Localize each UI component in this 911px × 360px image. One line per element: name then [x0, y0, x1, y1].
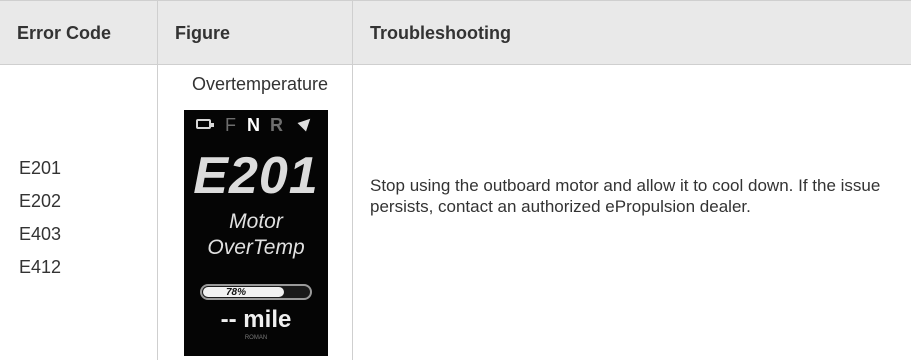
display-message-line1: Motor [229, 210, 283, 233]
page-indicator [246, 346, 264, 356]
display-screen-figure: F N R E201 Motor OverTemp 78% -- mile RO… [184, 110, 328, 356]
gear-reverse: R [270, 115, 283, 135]
error-code: E403 [19, 224, 62, 244]
gear-forward: F [225, 115, 236, 135]
display-status-bar: F N R [184, 110, 328, 140]
gear-neutral: N [247, 115, 260, 135]
row-divider [0, 64, 911, 65]
battery-percent-label: 78% [225, 287, 246, 298]
header-figure: Figure [175, 22, 231, 43]
distance-readout: -- mile [220, 306, 292, 333]
navigation-arrow-icon [297, 114, 315, 132]
battery-icon [196, 119, 214, 129]
error-code-table: Error Code Figure Troubleshooting E201 E… [0, 0, 911, 360]
display-message-line2: OverTemp [207, 236, 305, 259]
distance-sublabel: ROMAN [244, 335, 268, 341]
figure-title: Overtemperature [191, 74, 329, 94]
error-code: E202 [19, 191, 62, 211]
header-troubleshooting: Troubleshooting [370, 22, 511, 43]
column-divider [157, 0, 158, 360]
display-error-code: E201 [193, 147, 319, 205]
column-divider [352, 0, 353, 360]
error-code-list: E201 E202 E403 E412 [19, 152, 61, 284]
header-error-code: Error Code [17, 22, 112, 43]
error-code: E412 [19, 257, 62, 277]
table-header: Error Code Figure Troubleshooting [0, 0, 911, 64]
troubleshooting-text: Stop using the outboard motor and allow … [370, 176, 881, 216]
error-code: E201 [19, 158, 62, 178]
